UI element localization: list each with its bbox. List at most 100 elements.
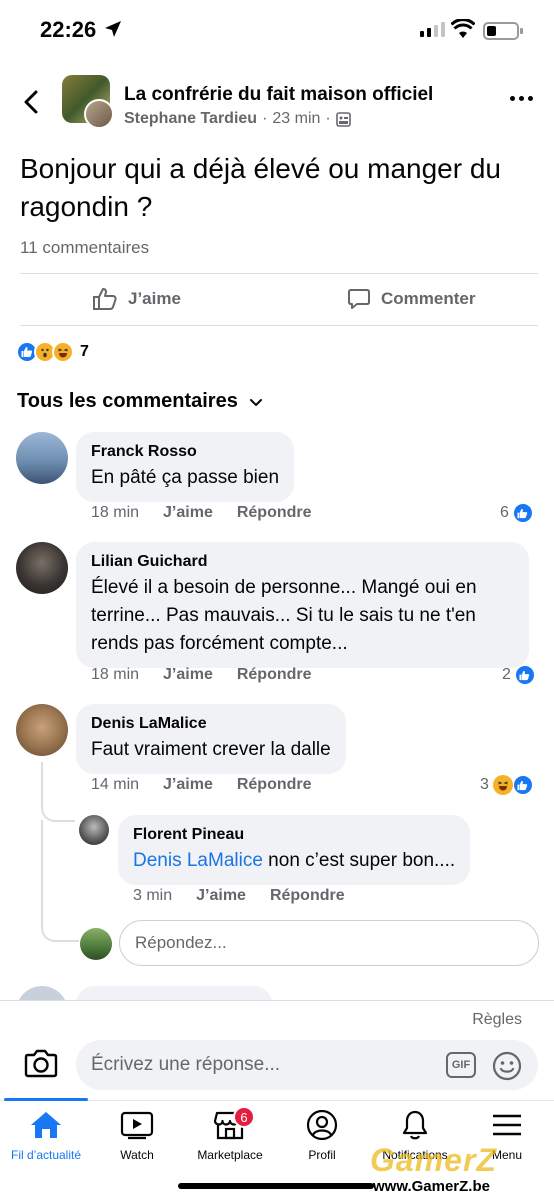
comment-time[interactable]: 14 min [91, 776, 139, 794]
cellular-signal-icon [420, 22, 445, 37]
comment-reaction-count: 6 [500, 504, 509, 521]
camera-icon[interactable] [24, 1048, 58, 1078]
comments-filter-label: Tous les commentaires [17, 390, 238, 412]
comment-reply-button[interactable]: Répondre [237, 504, 312, 522]
watermark-url: www.GamerZ.be [373, 1178, 490, 1195]
reply-like-button[interactable]: J’aime [196, 887, 246, 905]
like-button[interactable]: J’aime [92, 287, 181, 311]
tab-label: Marketplace [197, 1148, 263, 1162]
thread-connector [41, 820, 79, 942]
comment-time[interactable]: 18 min [91, 504, 139, 522]
tab-watch[interactable]: Watch [87, 1110, 187, 1162]
meta-separator: · [325, 110, 331, 127]
home-indicator [178, 1183, 374, 1189]
comment-meta: 18 min J’aime Répondre [91, 666, 312, 684]
commenter-avatar[interactable] [16, 432, 68, 484]
reply-mention[interactable]: Denis LaMalice [133, 850, 263, 871]
post-meta: Stephane Tardieu · 23 min · [124, 110, 351, 128]
commenter-name[interactable]: Denis LaMalice [91, 714, 331, 734]
status-time: 22:26 [40, 17, 97, 42]
comment-bubble: Denis LaMalice Faut vraiment crever la d… [76, 704, 346, 774]
menu-icon [493, 1114, 521, 1136]
back-arrow-icon[interactable] [18, 88, 46, 116]
comment-meta: 14 min J’aime Répondre [91, 776, 312, 794]
comments-filter-dropdown[interactable]: Tous les commentaires [17, 390, 264, 413]
like-reaction-icon [514, 665, 535, 685]
thread-connector [41, 762, 75, 822]
reactions-summary[interactable]: 7 [16, 341, 89, 363]
divider [20, 273, 538, 274]
battery-icon [483, 22, 523, 40]
watch-icon [120, 1111, 154, 1140]
reply-time[interactable]: 3 min [133, 887, 172, 905]
meta-separator: · [262, 110, 268, 127]
comment-meta: 18 min J’aime Répondre [91, 504, 312, 522]
more-options-icon[interactable] [510, 96, 533, 101]
comment-text: Faut vraiment crever la dalle [91, 739, 331, 760]
reply-input[interactable]: Répondez... [119, 920, 539, 966]
bell-icon [402, 1110, 428, 1140]
haha-reaction-icon [52, 341, 74, 363]
comment-reactions[interactable]: 2 [502, 665, 535, 685]
thumbs-up-icon [93, 288, 117, 310]
marketplace-badge: 6 [233, 1106, 255, 1128]
rules-link[interactable]: Règles [472, 1011, 522, 1029]
commenter-avatar[interactable] [16, 542, 68, 594]
commenter-avatar[interactable] [16, 704, 68, 756]
reply-bubble: Florent Pineau Denis LaMalice non c’est … [118, 815, 471, 885]
divider [20, 325, 538, 326]
emoji-icon[interactable] [492, 1051, 522, 1081]
comments-count[interactable]: 11 commentaires [20, 238, 149, 258]
tab-news-feed[interactable]: Fil d’actualité [0, 1110, 96, 1162]
group-name[interactable]: La confrérie du fait maison officiel [124, 84, 433, 106]
post-text: Bonjour qui a déjà élevé ou manger du ra… [20, 153, 502, 222]
tab-profile[interactable]: Profil [272, 1110, 372, 1162]
replier-avatar[interactable] [79, 815, 109, 845]
comment-time[interactable]: 18 min [91, 666, 139, 684]
comment-icon [348, 289, 370, 309]
comment-label: Commenter [381, 289, 476, 308]
chevron-down-icon [249, 398, 262, 406]
comment-text: Élevé il a besoin de personne... Mangé o… [91, 577, 477, 654]
comment-reactions[interactable]: 3 [480, 775, 533, 795]
current-user-avatar [80, 928, 112, 960]
profile-icon [306, 1110, 338, 1140]
comment-bubble: Franck Rosso En pâté ça passe bien [76, 432, 295, 502]
like-reaction-icon [512, 503, 533, 523]
comment-reply-button[interactable]: Répondre [237, 666, 312, 684]
post-time[interactable]: 23 min [272, 110, 320, 128]
comment-like-button[interactable]: J’aime [163, 504, 213, 522]
tab-label: Profil [308, 1148, 336, 1162]
tab-label: Watch [120, 1148, 154, 1162]
reply-meta: 3 min J’aime Répondre [133, 887, 345, 905]
tab-label: Fil d’actualité [10, 1148, 82, 1162]
post-author[interactable]: Stephane Tardieu [124, 110, 257, 128]
group-privacy-icon [335, 111, 351, 127]
like-label: J’aime [128, 289, 181, 308]
comment-reaction-count: 3 [480, 776, 489, 793]
reply-text: non c’est super bon.... [262, 850, 456, 871]
author-avatar[interactable] [84, 99, 114, 129]
commenter-name[interactable]: Franck Rosso [91, 442, 279, 462]
comment-button[interactable]: Commenter [347, 287, 475, 311]
comment-like-button[interactable]: J’aime [163, 776, 213, 794]
active-tab-indicator [4, 1098, 88, 1101]
comment-reply-button[interactable]: Répondre [237, 776, 312, 794]
haha-reaction-icon [492, 775, 513, 795]
gif-button[interactable]: GIF [446, 1052, 476, 1078]
comment-reactions[interactable]: 6 [500, 503, 533, 523]
wifi-icon [451, 19, 475, 38]
reactions-count: 7 [80, 343, 89, 360]
tab-marketplace[interactable]: Marketplace [180, 1110, 280, 1162]
comment-bubble: Lilian Guichard Élevé il a besoin de per… [76, 542, 529, 668]
like-reaction-icon [512, 775, 533, 795]
comment-reaction-count: 2 [502, 666, 511, 683]
status-bar: 22:26 [0, 0, 554, 64]
comment-text: En pâté ça passe bien [91, 467, 280, 488]
comment-like-button[interactable]: J’aime [163, 666, 213, 684]
reply-reply-button[interactable]: Répondre [270, 887, 345, 905]
commenter-name[interactable]: Lilian Guichard [91, 552, 514, 572]
watermark-logo: GamerZ [370, 1142, 497, 1178]
replier-name[interactable]: Florent Pineau [133, 825, 455, 845]
location-arrow-icon [105, 21, 121, 37]
